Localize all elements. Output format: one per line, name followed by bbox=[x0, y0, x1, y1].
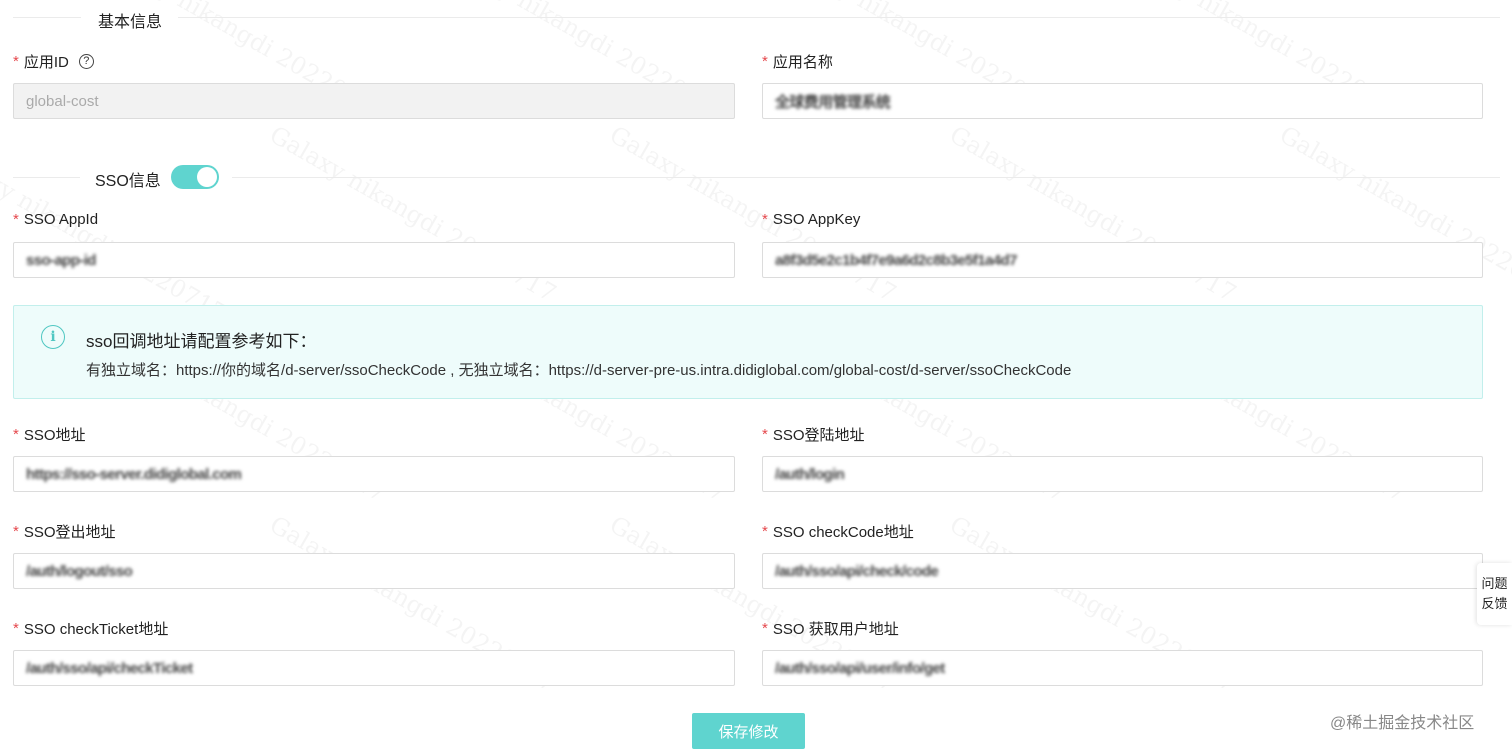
app-name-value: 全球费用管理系统 bbox=[775, 93, 891, 111]
required-mark: * bbox=[762, 53, 768, 70]
watermark: Galaxy nikangdi 20220717 bbox=[945, 120, 1241, 307]
sso-checkcode-url-label: * SSO checkCode地址 bbox=[762, 521, 914, 542]
toggle-knob bbox=[197, 167, 217, 187]
sso-checkticket-url-label: * SSO checkTicket地址 bbox=[13, 618, 168, 639]
app-id-input: global-cost bbox=[13, 83, 735, 119]
sso-user-url-label-text: SSO 获取用户地址 bbox=[772, 621, 899, 638]
sso-appkey-input[interactable]: a8f3d5e2c1b4f7e9a6d2c8b3e5f1a4d7 bbox=[762, 242, 1483, 278]
app-id-label-text: 应用ID bbox=[23, 54, 69, 71]
sso-login-url-input[interactable]: /auth/login bbox=[762, 456, 1483, 492]
save-button[interactable]: 保存修改 bbox=[692, 713, 805, 749]
required-mark: * bbox=[13, 211, 19, 228]
app-name-label-text: 应用名称 bbox=[772, 54, 833, 71]
app-name-label: * 应用名称 bbox=[762, 51, 833, 72]
sso-user-url-input[interactable]: /auth/sso/api/user/info/get bbox=[762, 650, 1483, 686]
sso-logout-url-value: /auth/logout/sso bbox=[26, 562, 133, 580]
required-mark: * bbox=[762, 620, 768, 637]
sso-url-value: https://sso-server.didiglobal.com bbox=[26, 465, 242, 483]
info-circle-icon: i bbox=[41, 325, 65, 349]
feedback-tab[interactable]: 问题 反馈 bbox=[1477, 563, 1512, 625]
section-divider bbox=[232, 177, 1500, 178]
question-circle-icon[interactable]: ? bbox=[78, 54, 94, 69]
required-mark: * bbox=[762, 523, 768, 540]
footer-credit: @稀土掘金技术社区 bbox=[1330, 715, 1475, 732]
sso-appid-label: * SSO AppId bbox=[13, 211, 98, 228]
sso-checkcode-url-input[interactable]: /auth/sso/api/check/code bbox=[762, 553, 1483, 589]
sso-appid-input[interactable]: sso-app-id bbox=[13, 242, 735, 278]
section-divider bbox=[178, 17, 1500, 18]
feedback-line2: 反馈 bbox=[1481, 596, 1508, 611]
sso-logout-url-label-text: SSO登出地址 bbox=[23, 524, 116, 541]
watermark: Galaxy nikangdi 20220717 bbox=[1275, 120, 1512, 307]
sso-url-input[interactable]: https://sso-server.didiglobal.com bbox=[13, 456, 735, 492]
app-name-input[interactable]: 全球费用管理系统 bbox=[762, 83, 1483, 119]
required-mark: * bbox=[762, 211, 768, 228]
sso-logout-url-input[interactable]: /auth/logout/sso bbox=[13, 553, 735, 589]
sso-login-url-label-text: SSO登陆地址 bbox=[772, 427, 865, 444]
required-mark: * bbox=[762, 426, 768, 443]
required-mark: * bbox=[13, 523, 19, 540]
sso-appid-value: sso-app-id bbox=[26, 251, 96, 269]
app-id-label: * 应用ID ? bbox=[13, 51, 94, 72]
section-divider bbox=[13, 17, 81, 18]
sso-login-url-label: * SSO登陆地址 bbox=[762, 424, 865, 445]
required-mark: * bbox=[13, 620, 19, 637]
app-id-value: global-cost bbox=[26, 92, 99, 110]
sso-callback-info-alert: i sso回调地址请配置参考如下： 有独立域名：https://你的域名/d-s… bbox=[13, 305, 1483, 399]
info-text: 有独立域名：https://你的域名/d-server/ssoCheckCode… bbox=[86, 362, 1072, 379]
required-mark: * bbox=[13, 426, 19, 443]
sso-checkticket-url-input[interactable]: /auth/sso/api/checkTicket bbox=[13, 650, 735, 686]
sso-appkey-label: * SSO AppKey bbox=[762, 211, 860, 228]
sso-url-label-text: SSO地址 bbox=[23, 427, 86, 444]
sso-logout-url-label: * SSO登出地址 bbox=[13, 521, 116, 542]
sso-login-url-value: /auth/login bbox=[775, 465, 845, 483]
info-title: sso回调地址请配置参考如下： bbox=[86, 332, 317, 351]
sso-appkey-label-text: SSO AppKey bbox=[772, 211, 861, 228]
sso-checkcode-url-label-text: SSO checkCode地址 bbox=[772, 524, 914, 541]
sso-user-url-value: /auth/sso/api/user/info/get bbox=[775, 659, 945, 677]
watermark: Galaxy nikangdi 20220717 bbox=[265, 120, 561, 307]
feedback-line1: 问题 bbox=[1481, 576, 1508, 591]
sso-toggle[interactable] bbox=[171, 165, 219, 189]
required-mark: * bbox=[13, 53, 19, 70]
section-title-basic: 基本信息 bbox=[98, 14, 163, 31]
sso-appid-label-text: SSO AppId bbox=[23, 211, 99, 228]
sso-url-label: * SSO地址 bbox=[13, 424, 86, 445]
sso-checkticket-url-label-text: SSO checkTicket地址 bbox=[23, 621, 169, 638]
sso-checkticket-url-value: /auth/sso/api/checkTicket bbox=[26, 659, 193, 677]
section-title-sso: SSO信息 bbox=[95, 173, 161, 190]
sso-checkcode-url-value: /auth/sso/api/check/code bbox=[775, 562, 939, 580]
section-divider bbox=[13, 177, 80, 178]
sso-appkey-value: a8f3d5e2c1b4f7e9a6d2c8b3e5f1a4d7 bbox=[775, 251, 1017, 269]
sso-user-url-label: * SSO 获取用户地址 bbox=[762, 618, 899, 639]
